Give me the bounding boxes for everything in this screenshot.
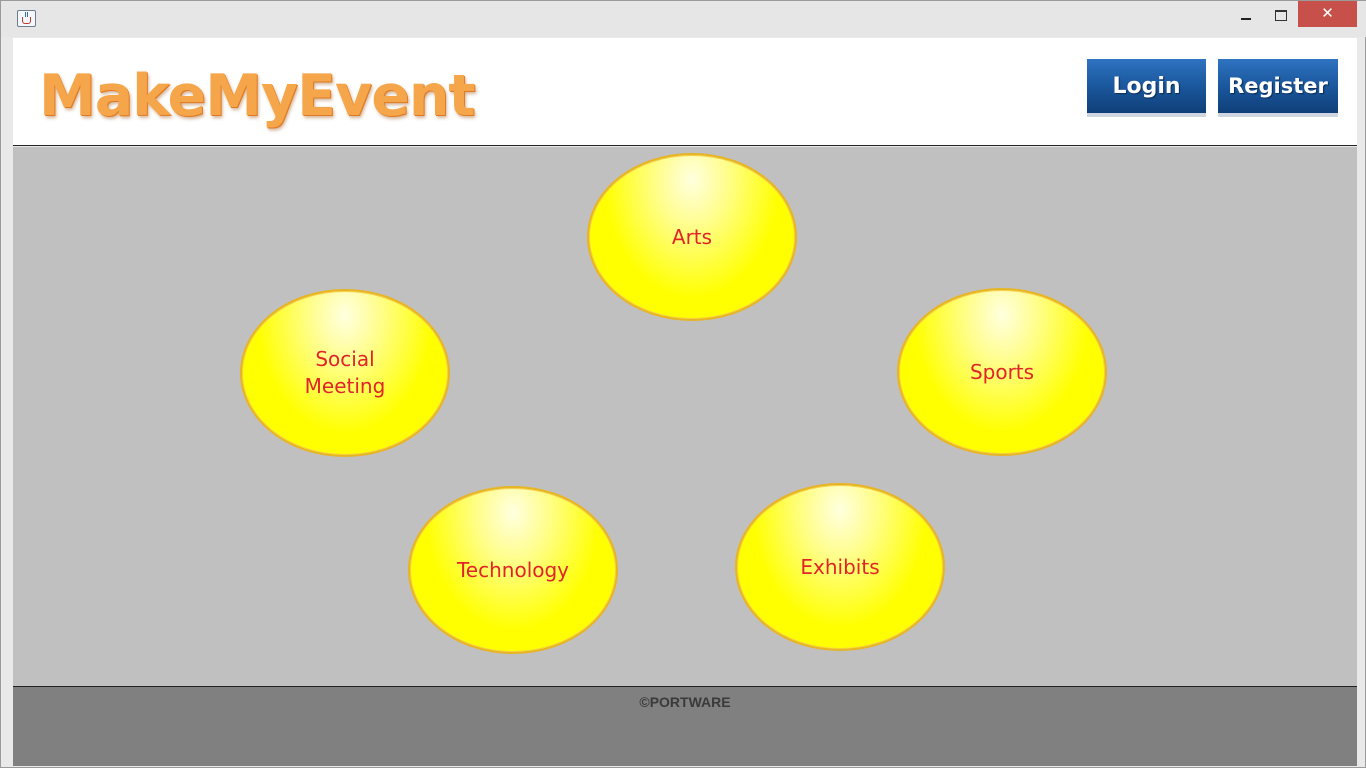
title-bar: ✕ [1, 1, 1366, 37]
app-window: ✕ MakeMyEvent Login Register Arts Social… [0, 0, 1366, 768]
maximize-icon[interactable] [1263, 1, 1295, 28]
close-icon[interactable]: ✕ [1298, 1, 1357, 27]
app-logo: MakeMyEvent [39, 63, 476, 129]
category-label: Technology [456, 557, 570, 582]
login-button[interactable]: Login [1087, 59, 1206, 113]
category-arts[interactable]: Arts [587, 153, 797, 321]
category-panel: Arts Social Meeting Sports Technology Ex… [13, 147, 1357, 686]
copyright-text: ©PORTWARE [639, 694, 731, 710]
footer: ©PORTWARE [13, 686, 1357, 766]
register-button[interactable]: Register [1218, 59, 1338, 113]
category-social-meeting[interactable]: Social Meeting [240, 289, 450, 457]
java-cup-icon[interactable] [17, 10, 36, 27]
category-technology[interactable]: Technology [408, 486, 618, 654]
header: MakeMyEvent Login Register [13, 38, 1357, 146]
category-label: Social Meeting [304, 347, 386, 398]
category-label: Sports [969, 359, 1035, 384]
category-sports[interactable]: Sports [897, 288, 1107, 456]
category-label: Arts [671, 224, 713, 249]
category-label: Exhibits [800, 554, 880, 579]
cup-shape [22, 17, 31, 24]
category-exhibits[interactable]: Exhibits [735, 483, 945, 651]
minimize-icon[interactable] [1231, 1, 1261, 28]
